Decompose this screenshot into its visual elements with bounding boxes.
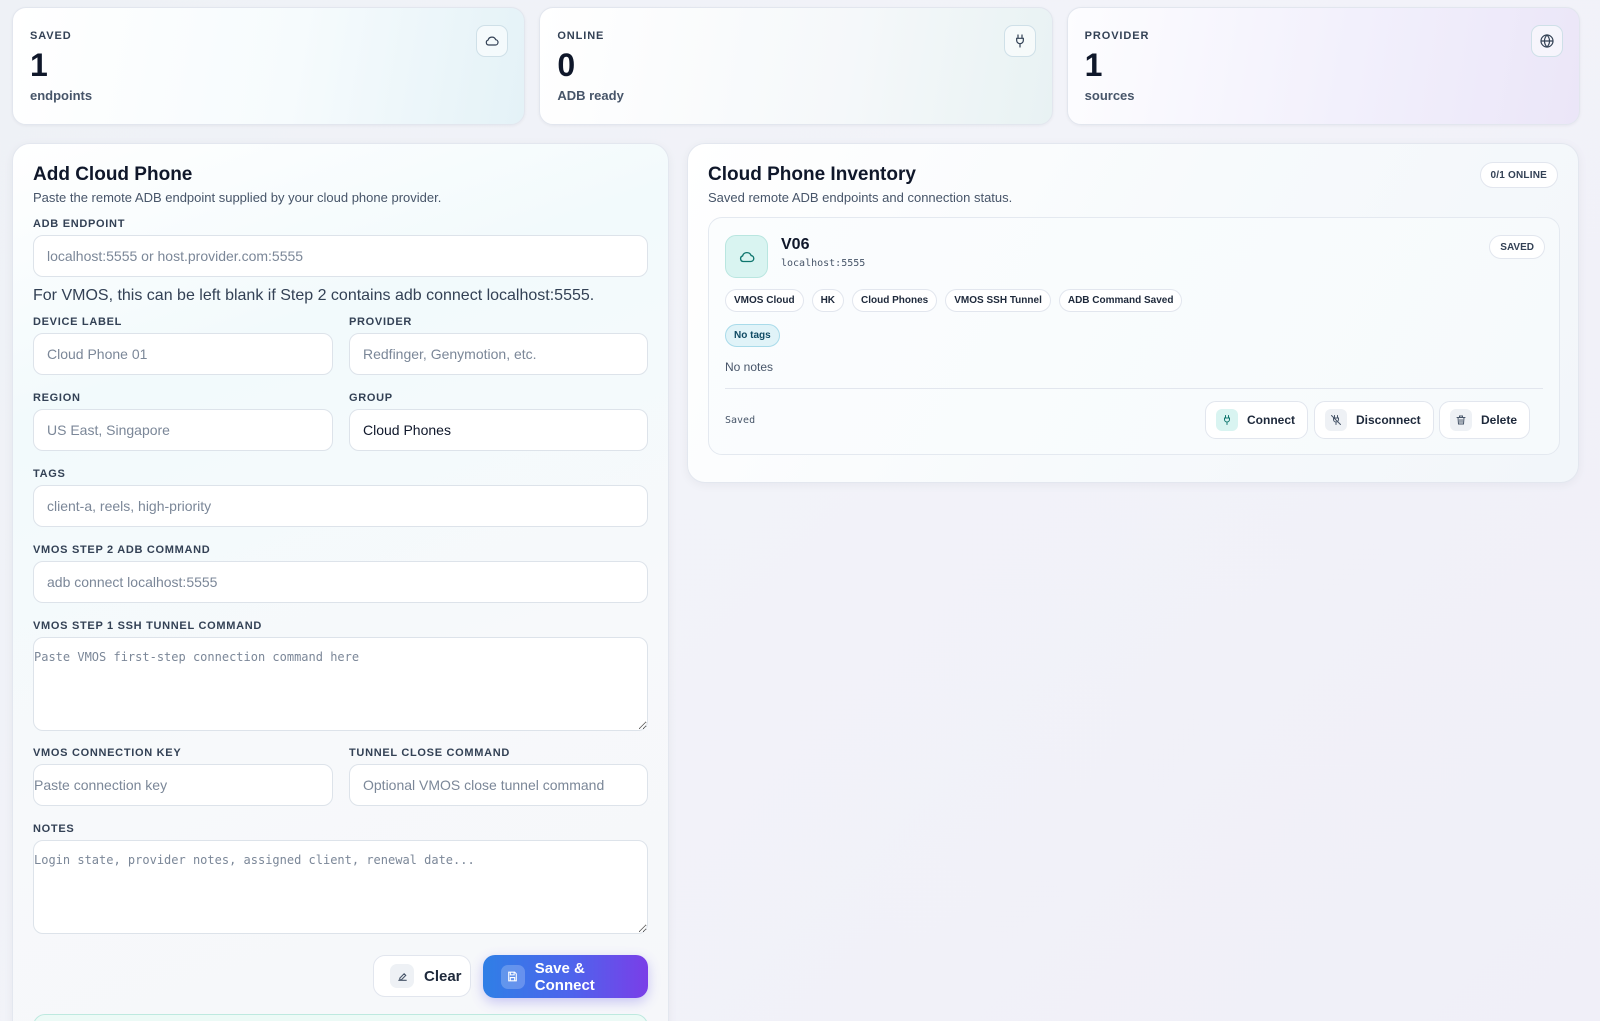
add-cloud-phone-panel: Add Cloud Phone Paste the remote ADB end… [12, 143, 669, 1021]
delete-button[interactable]: Delete [1439, 401, 1531, 439]
connect-button[interactable]: Connect [1205, 401, 1308, 439]
chip-region: HK [811, 289, 845, 312]
eraser-icon [390, 964, 414, 988]
stat-label: SAVED [30, 30, 72, 42]
status-strip [33, 1014, 648, 1021]
clear-label: Clear [424, 967, 462, 985]
chip-group: Cloud Phones [852, 289, 938, 312]
cloud-icon [476, 25, 509, 57]
device-label-label: DEVICE LABEL [33, 316, 123, 328]
step1-command-textarea[interactable] [33, 637, 648, 731]
inventory-panel: Cloud Phone Inventory Saved remote ADB e… [687, 143, 1579, 483]
provider-input[interactable] [349, 333, 648, 375]
disconnect-label: Disconnect [1356, 413, 1421, 427]
stat-sub: sources [1084, 88, 1135, 103]
stat-value: 0 [557, 47, 576, 83]
panel-description: Paste the remote ADB endpoint supplied b… [33, 190, 442, 205]
device-label-input[interactable] [33, 333, 333, 375]
stat-value: 1 [30, 47, 48, 83]
delete-label: Delete [1481, 413, 1518, 427]
cloud-icon [725, 235, 768, 278]
notes-label: NOTES [33, 823, 75, 835]
chip-tunnel: VMOS SSH Tunnel [945, 289, 1051, 312]
vmos-hint: For VMOS, this can be left blank if Step… [33, 287, 595, 304]
save-icon [501, 964, 525, 989]
disconnect-button[interactable]: Disconnect [1314, 401, 1434, 439]
stat-value: 1 [1084, 47, 1103, 83]
group-label: GROUP [349, 392, 393, 404]
stat-card-provider: PROVIDER 1 sources [1066, 7, 1580, 125]
stat-sub: ADB ready [557, 88, 624, 103]
device-chips: VMOS Cloud HK Cloud Phones VMOS SSH Tunn… [725, 289, 1183, 312]
stat-sub: endpoints [30, 88, 93, 103]
device-status: Saved [725, 415, 756, 426]
region-label: REGION [33, 392, 81, 404]
step2-command-label: VMOS STEP 2 ADB COMMAND [33, 544, 211, 556]
globe-icon [1530, 25, 1563, 57]
connection-key-label: VMOS CONNECTION KEY [33, 747, 182, 759]
device-card: V06 localhost:5555 SAVED VMOS Cloud HK C… [708, 217, 1560, 455]
stat-card-saved: SAVED 1 endpoints [12, 7, 526, 125]
tags-input[interactable] [33, 485, 648, 527]
online-count-badge: 0/1 ONLINE [1479, 162, 1558, 188]
panel-title: Add Cloud Phone [33, 164, 193, 185]
tunnel-close-label: TUNNEL CLOSE COMMAND [349, 747, 511, 759]
step1-command-label: VMOS STEP 1 SSH TUNNEL COMMAND [33, 620, 263, 632]
provider-label: PROVIDER [349, 316, 413, 328]
trash-icon [1450, 409, 1472, 431]
clear-button[interactable]: Clear [373, 955, 471, 997]
stat-label: ONLINE [557, 30, 605, 42]
region-input[interactable] [33, 409, 333, 451]
group-input[interactable] [349, 409, 648, 451]
chip-adb-command: ADB Command Saved [1058, 289, 1183, 312]
panel-title: Cloud Phone Inventory [708, 164, 916, 185]
unplug-icon [1325, 409, 1347, 431]
plug-icon [1003, 25, 1036, 57]
tunnel-close-input[interactable] [349, 764, 648, 806]
step2-command-input[interactable] [33, 561, 648, 603]
device-name: V06 [781, 236, 810, 253]
device-notes: No notes [725, 360, 774, 374]
save-connect-label: Save & Connect [534, 959, 595, 994]
device-endpoint: localhost:5555 [781, 258, 866, 269]
stat-card-online: ONLINE 0 ADB ready [539, 7, 1053, 125]
connect-label: Connect [1247, 413, 1295, 427]
stat-label: PROVIDER [1084, 30, 1150, 42]
save-connect-button[interactable]: Save & Connect [483, 955, 648, 998]
device-state-badge: SAVED [1489, 235, 1545, 259]
tag-chip: No tags [725, 324, 780, 347]
adb-endpoint-label: ADB ENDPOINT [33, 218, 126, 230]
stats-row: SAVED 1 endpoints ONLINE 0 ADB ready PRO… [12, 7, 1580, 125]
panel-description: Saved remote ADB endpoints and connectio… [708, 190, 1013, 205]
chip-provider: VMOS Cloud [725, 289, 804, 312]
tags-label: TAGS [33, 468, 66, 480]
connection-key-input[interactable] [33, 764, 333, 806]
adb-endpoint-input[interactable] [33, 235, 648, 277]
notes-textarea[interactable] [33, 840, 648, 934]
plug-icon [1216, 409, 1238, 431]
divider [725, 388, 1543, 389]
